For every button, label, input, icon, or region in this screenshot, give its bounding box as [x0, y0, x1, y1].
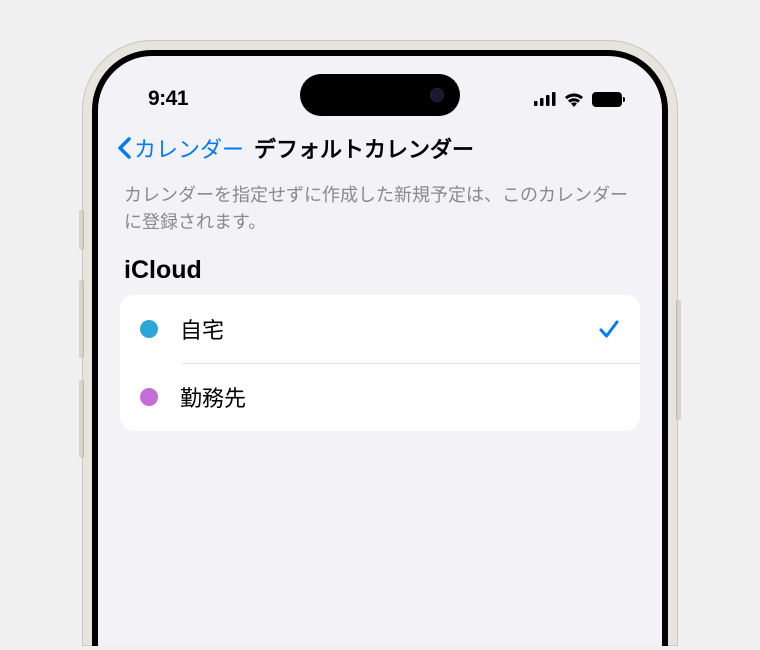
- list-item[interactable]: 勤務先: [120, 363, 640, 431]
- phone-frame: 9:41: [82, 40, 678, 646]
- screen: 9:41: [98, 56, 662, 646]
- wifi-icon: [563, 91, 585, 107]
- checkmark-icon: [598, 318, 620, 340]
- chevron-left-icon: [116, 136, 132, 160]
- list-item[interactable]: 自宅: [120, 295, 640, 363]
- section-description: カレンダーを指定せずに作成した新規予定は、このカレンダーに登録されます。: [98, 176, 662, 254]
- status-icons: [534, 91, 622, 107]
- phone-bezel: 9:41: [92, 50, 668, 646]
- section-header: iCloud: [98, 254, 662, 295]
- calendar-color-dot: [140, 388, 158, 406]
- calendar-color-dot: [140, 320, 158, 338]
- front-camera: [430, 88, 444, 102]
- navigation-bar: カレンダー デフォルトカレンダー: [98, 118, 662, 176]
- calendar-list: 自宅 勤務先: [120, 295, 640, 431]
- list-item-label: 自宅: [180, 313, 576, 345]
- status-time: 9:41: [148, 87, 188, 111]
- page-title: デフォルトカレンダー: [254, 132, 474, 164]
- cellular-signal-icon: [534, 92, 556, 106]
- battery-icon: [592, 92, 622, 107]
- back-label: カレンダー: [134, 132, 244, 164]
- volume-up-button: [79, 280, 84, 358]
- power-button: [676, 300, 681, 420]
- volume-down-button: [79, 380, 84, 458]
- back-button[interactable]: カレンダー: [116, 132, 244, 164]
- list-item-label: 勤務先: [180, 381, 620, 413]
- mute-switch: [79, 210, 84, 250]
- dynamic-island: [300, 74, 460, 116]
